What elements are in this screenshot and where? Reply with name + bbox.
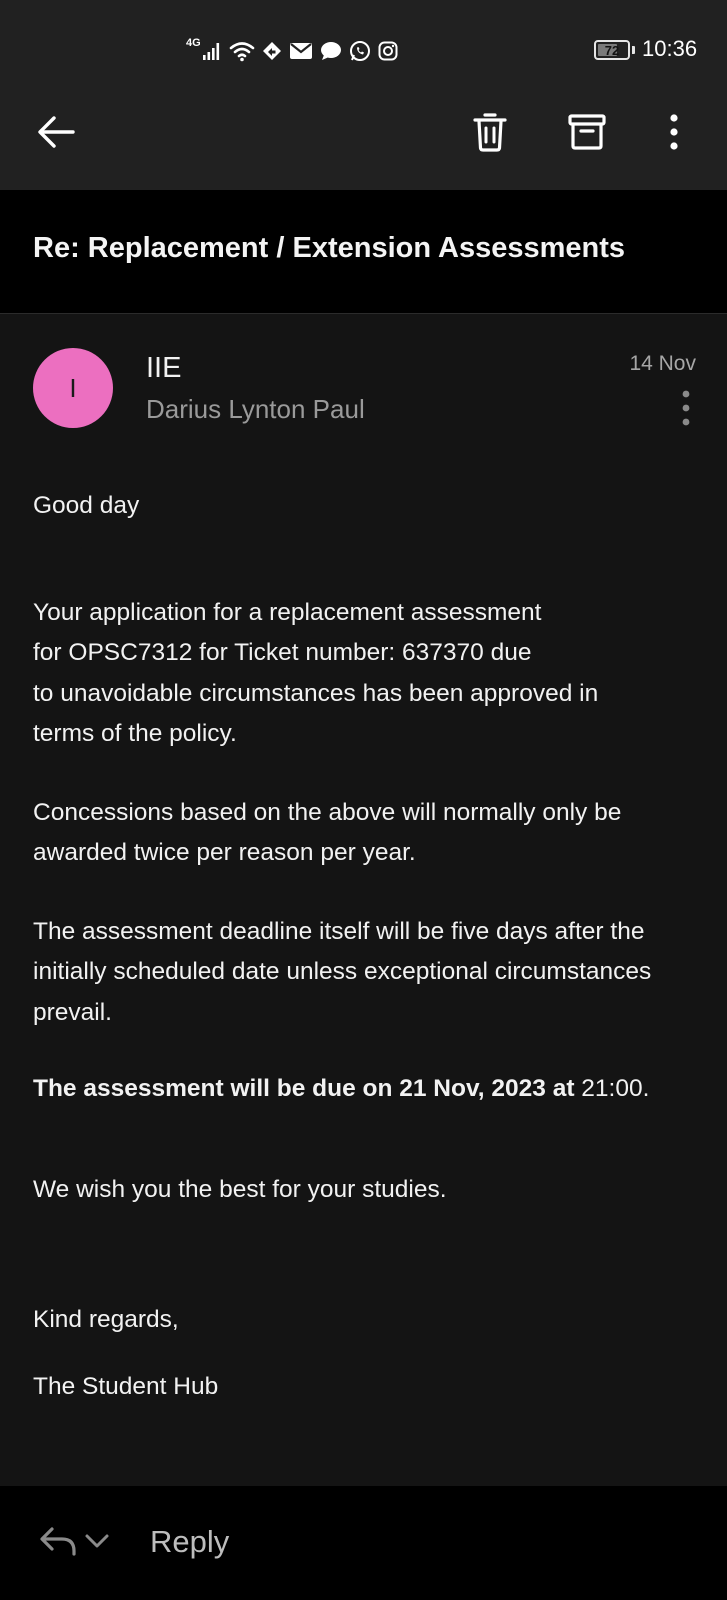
due-date-bold: The assessment will be due on 21 Nov, 20…: [33, 1075, 575, 1102]
mail-notification-icon: [289, 43, 312, 59]
application-line: to unavoidable circumstances has been ap…: [33, 679, 599, 707]
sender-name[interactable]: IIE: [146, 352, 181, 385]
body-signature: The Student Hub: [33, 1372, 219, 1400]
more-vertical-icon: [670, 114, 678, 150]
body-regards: Kind regards,: [33, 1306, 179, 1333]
email-subject: Re: Replacement / Extension Assessments: [33, 232, 626, 264]
chevron-down-icon: [85, 1534, 109, 1548]
message-more-button[interactable]: [668, 386, 704, 430]
due-time: 21:00.: [574, 1075, 650, 1102]
body-concessions-paragraph: Concessions based on the above will norm…: [33, 798, 622, 867]
message-card: I IIE Darius Lynton Paul 14 Nov Good day…: [0, 314, 727, 1486]
email-body: Good day Your application for a replacem…: [33, 486, 703, 1407]
body-due-date-paragraph: The assessment will be due on 21 Nov, 20…: [33, 1069, 703, 1110]
whatsapp-icon: [349, 41, 370, 61]
battery-level: 72: [604, 42, 620, 58]
instagram-icon: [378, 41, 398, 61]
archive-button[interactable]: [563, 108, 611, 156]
application-line: terms of the policy.: [33, 720, 237, 747]
location-share-icon: [262, 42, 281, 60]
body-deadline-paragraph: The assessment deadline itself will be f…: [33, 917, 652, 1026]
email-toolbar: [0, 98, 727, 190]
battery-tip: [632, 46, 635, 54]
body-application-paragraph: Your application for a replacement asses…: [33, 593, 703, 755]
trash-icon: [473, 113, 507, 152]
notification-icons: 4G: [186, 37, 398, 65]
status-clock: 10:36: [642, 36, 698, 61]
reply-options-button[interactable]: [38, 1516, 110, 1566]
reply-bar: Reply: [0, 1486, 727, 1600]
body-greeting: Good day: [33, 492, 140, 519]
network-type-label: 4G: [186, 37, 201, 49]
status-bar: 4G 72 10:36: [0, 0, 727, 98]
reply-button[interactable]: Reply: [150, 1524, 229, 1560]
archive-icon: [568, 114, 606, 150]
back-button[interactable]: [32, 108, 80, 156]
avatar-letter: I: [69, 372, 77, 403]
body-wish-paragraph: We wish you the best for your studies.: [33, 1175, 447, 1203]
more-vertical-icon: [682, 390, 690, 426]
more-options-button[interactable]: [658, 108, 690, 156]
application-line: for OPSC7312 for Ticket number: 637370 d…: [33, 639, 532, 666]
signal-icon: [202, 43, 219, 60]
arrow-left-icon: [38, 116, 75, 148]
wifi-icon: [229, 42, 254, 62]
message-notification-icon: [320, 42, 341, 60]
subject-bar: Re: Replacement / Extension Assessments: [0, 190, 727, 314]
application-line: Your application for a replacement asses…: [33, 598, 542, 626]
message-date: 14 Nov: [629, 352, 696, 375]
avatar[interactable]: I: [33, 348, 113, 428]
reply-icon: [40, 1527, 76, 1556]
battery-icon: 72: [594, 40, 630, 60]
delete-button[interactable]: [466, 108, 514, 156]
recipient-name[interactable]: Darius Lynton Paul: [146, 394, 365, 425]
